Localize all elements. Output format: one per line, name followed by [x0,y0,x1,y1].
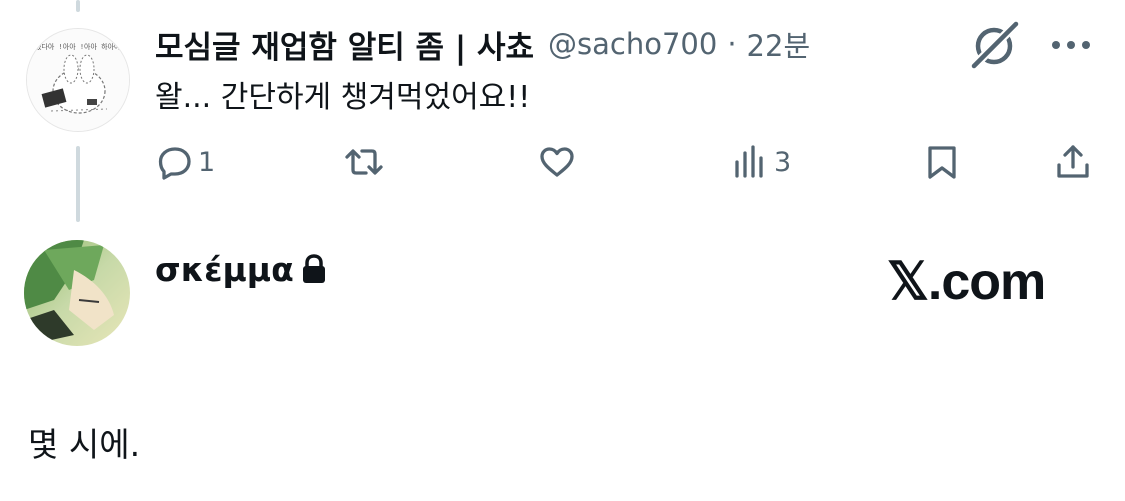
timestamp[interactable]: 22분 [747,23,811,65]
bookmark-button[interactable] [923,142,961,182]
view-count: 3 [774,146,792,178]
share-icon [1057,145,1089,178]
more-icon[interactable] [1046,30,1096,60]
thread-connector [76,146,80,222]
thread-connector-top [76,0,80,12]
views-icon [735,145,763,178]
tweet-header: 모심글 재업함 알티 좀 | 사쵸 @sacho700 · 22분 [155,22,810,66]
separator-dot: · [727,27,737,61]
x-com-watermark: 𝕏.com [887,253,1046,311]
reply-button[interactable]: 1 [156,142,215,182]
user-handle[interactable]: @sacho700 [548,27,717,61]
avatar[interactable]: 했다아 !아아 !아아 하아아 [26,28,130,132]
avatar-doodle-text: 했다아 !아아 !아아 하아아 [35,42,121,51]
display-name[interactable]: 모심글 재업함 알티 좀 | 사쵸 [155,22,534,67]
bookmark-icon [928,146,956,179]
like-button[interactable] [538,142,576,182]
retweet-icon [345,149,383,175]
avatar[interactable] [24,240,130,346]
share-button[interactable] [1054,142,1092,182]
views-button[interactable]: 3 [732,142,791,182]
reply-display-name[interactable]: σκέμμα [155,250,294,289]
tweet-text: 왈... 간단하게 챙겨먹었어요!! [155,80,531,115]
grok-icon[interactable] [966,16,1022,72]
lock-icon [303,254,325,283]
retweet-button[interactable] [345,142,383,182]
like-icon [540,147,574,177]
reply-text: 몇 시에. [28,425,141,464]
reply-count: 1 [198,146,216,178]
reply-icon [158,147,191,180]
